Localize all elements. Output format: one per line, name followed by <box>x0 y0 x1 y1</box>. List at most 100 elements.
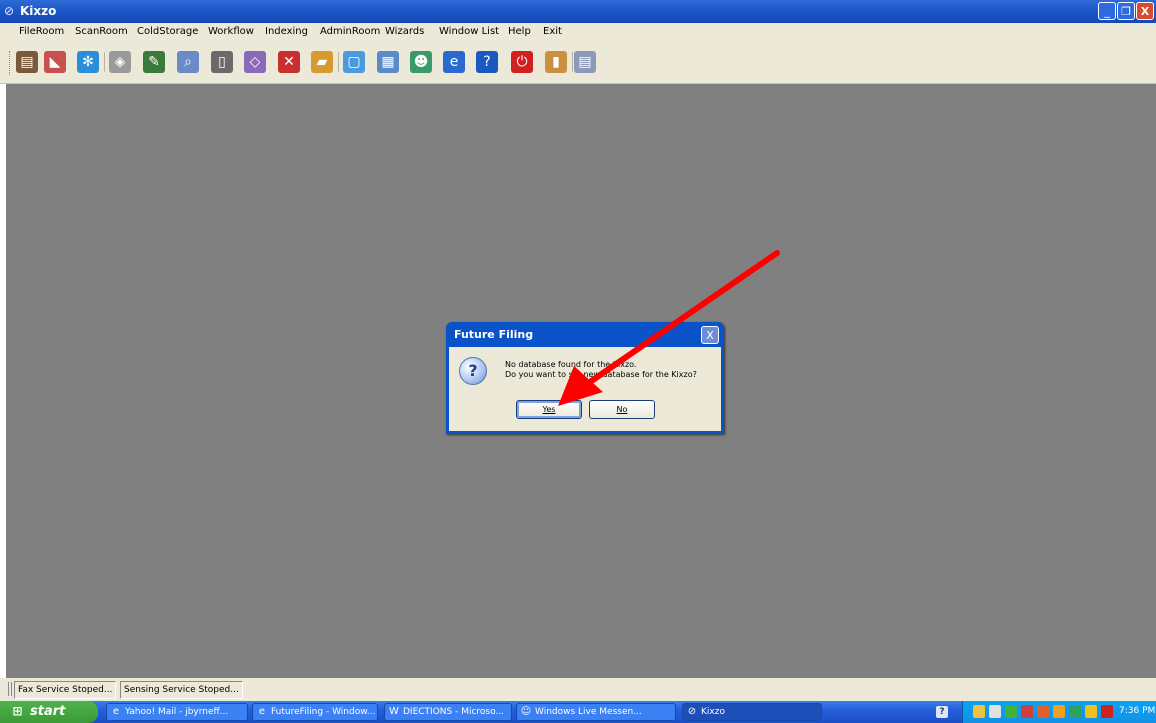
task-yahoo-mail[interactable]: e Yahoo! Mail - jbyrneff... <box>106 703 248 721</box>
pages-button[interactable]: ▢ <box>343 51 365 73</box>
task-label: Windows Live Messen... <box>535 707 642 717</box>
help-button[interactable]: ? <box>476 51 498 73</box>
calendar-button[interactable]: ▦ <box>377 51 399 73</box>
status-grip <box>8 682 12 696</box>
menu-help[interactable]: Help <box>508 26 531 37</box>
tag-button[interactable]: ◇ <box>244 51 266 73</box>
delete-icon: ✕ <box>278 51 300 73</box>
tag-icon: ◇ <box>244 51 266 73</box>
toolbar-grip[interactable] <box>9 51 13 75</box>
menu-indexing[interactable]: Indexing <box>265 26 308 37</box>
dialog-message: No database found for the Kixzo. Do you … <box>505 360 697 380</box>
help-icon: ? <box>476 51 498 73</box>
minimize-button[interactable]: _ <box>1098 2 1116 20</box>
document-button[interactable]: ▯ <box>211 51 233 73</box>
tray-alert-icon[interactable] <box>1101 705 1113 718</box>
search-doc-button[interactable]: ⌕ <box>177 51 199 73</box>
tray-security-icon[interactable] <box>1021 705 1033 718</box>
menu-coldstorage[interactable]: ColdStorage <box>137 26 198 37</box>
message-line-2: Do you want to set new database for the … <box>505 370 697 379</box>
status-bar: Fax Service Stoped... Sensing Service St… <box>0 678 1156 701</box>
toolbar-separator <box>104 52 105 72</box>
menu-bar: FileRoom ScanRoom ColdStorage Workflow I… <box>0 23 1156 41</box>
internet-explorer-button[interactable]: e <box>443 51 465 73</box>
menu-scanroom[interactable]: ScanRoom <box>75 26 128 37</box>
kixzo-app-icon: ⊘ <box>4 4 15 18</box>
coldstorage-button[interactable]: ✻ <box>77 51 99 73</box>
tray-yahoo-icon[interactable] <box>1053 705 1065 718</box>
folder-button[interactable]: ▰ <box>311 51 333 73</box>
fileroom-button[interactable]: ▤ <box>16 51 38 73</box>
exit-door-button[interactable]: ▮ <box>545 51 567 73</box>
sensing-service-status: Sensing Service Stoped... <box>120 681 243 699</box>
tray-antivirus-icon[interactable] <box>1037 705 1049 718</box>
word-icon: W <box>389 706 399 717</box>
taskbar-clock: 7:36 PM <box>1119 706 1156 716</box>
start-button[interactable]: ⊞ start <box>0 701 98 723</box>
menu-adminroom[interactable]: AdminRoom <box>320 26 380 37</box>
language-bar-help-icon[interactable]: ? <box>936 706 948 718</box>
indexing-icon: ✎ <box>143 51 165 73</box>
tray-network-icon[interactable] <box>1069 705 1081 718</box>
folder-icon: ▰ <box>311 51 333 73</box>
task-windows-live-messenger[interactable]: ☺ Windows Live Messen... <box>516 703 676 721</box>
menu-window-list[interactable]: Window List <box>439 26 499 37</box>
dialog-body: ? No database found for the Kixzo. Do yo… <box>449 347 721 431</box>
toolbar: ▤ ◣ ✻ ◈ ✎ ⌕ ▯ ◇ ✕ ▰ ▢ ▦ ☻ e? ⏻ ▮ ▤ <box>0 41 1156 84</box>
menu-workflow[interactable]: Workflow <box>208 26 254 37</box>
users-button[interactable]: ☻ <box>410 51 432 73</box>
scanroom-button[interactable]: ◣ <box>44 51 66 73</box>
task-label: Yahoo! Mail - jbyrneff... <box>125 707 229 717</box>
toolbar-separator <box>572 52 573 72</box>
windows-flag-icon: ⊞ <box>12 704 23 718</box>
menu-fileroom[interactable]: FileRoom <box>19 26 64 37</box>
close-button[interactable]: X <box>1136 2 1154 20</box>
internet-explorer-icon: e <box>443 51 465 73</box>
menu-exit[interactable]: Exit <box>543 26 562 37</box>
task-label: DIECTIONS - Microso... <box>403 707 505 717</box>
delete-button[interactable]: ✕ <box>278 51 300 73</box>
tray-signal-icon[interactable] <box>1005 705 1017 718</box>
dialog-close-button[interactable]: X <box>701 326 719 344</box>
menu-wizards[interactable]: Wizards <box>385 26 424 37</box>
start-label: start <box>30 704 66 719</box>
search-doc-icon: ⌕ <box>177 51 199 73</box>
options-dropdown-icon: ▤ <box>574 51 596 73</box>
no-label: No <box>616 405 628 414</box>
yes-button[interactable]: Yes <box>516 400 582 419</box>
task-word-document[interactable]: W DIECTIONS - Microso... <box>384 703 512 721</box>
restore-button[interactable]: ❐ <box>1117 2 1135 20</box>
task-label: FutureFiling - Window... <box>271 707 376 717</box>
pages-icon: ▢ <box>343 51 365 73</box>
tray-messenger-icon[interactable] <box>973 705 985 718</box>
dialog-title: Future Filing <box>454 328 534 341</box>
question-icon: ? <box>459 357 487 385</box>
fax-service-status: Fax Service Stoped... <box>14 681 117 699</box>
tray-display-icon[interactable] <box>989 705 1001 718</box>
yes-label: Yes <box>542 405 556 414</box>
coldstorage-icon: ✻ <box>77 51 99 73</box>
power-button[interactable]: ⏻ <box>511 51 533 73</box>
workflow-icon: ◈ <box>109 51 131 73</box>
power-icon: ⏻ <box>511 51 533 73</box>
task-kixzo[interactable]: ⊘ Kixzo <box>682 703 822 721</box>
message-line-1: No database found for the Kixzo. <box>505 360 637 369</box>
taskbar: ⊞ start e Yahoo! Mail - jbyrneff... e Futu… <box>0 701 1156 723</box>
options-dropdown-button[interactable]: ▤ <box>574 51 596 73</box>
tray-notify-icon[interactable] <box>1085 705 1097 718</box>
window-title: Kixzo <box>20 4 57 18</box>
ie-icon: e <box>112 706 120 717</box>
messenger-icon: ☺ <box>520 706 532 717</box>
future-filing-dialog: Future Filing X ? No database found for … <box>446 322 724 434</box>
system-tray: 7:36 PM <box>962 701 1156 723</box>
indexing-button[interactable]: ✎ <box>143 51 165 73</box>
kixzo-icon: ⊘ <box>687 706 697 717</box>
ie-icon: e <box>258 706 266 717</box>
no-button[interactable]: No <box>589 400 655 419</box>
task-futurefiling[interactable]: e FutureFiling - Window... <box>252 703 378 721</box>
document-icon: ▯ <box>211 51 233 73</box>
task-label: Kixzo <box>701 707 725 717</box>
users-icon: ☻ <box>410 51 432 73</box>
fileroom-icon: ▤ <box>16 51 38 73</box>
workflow-button[interactable]: ◈ <box>109 51 131 73</box>
